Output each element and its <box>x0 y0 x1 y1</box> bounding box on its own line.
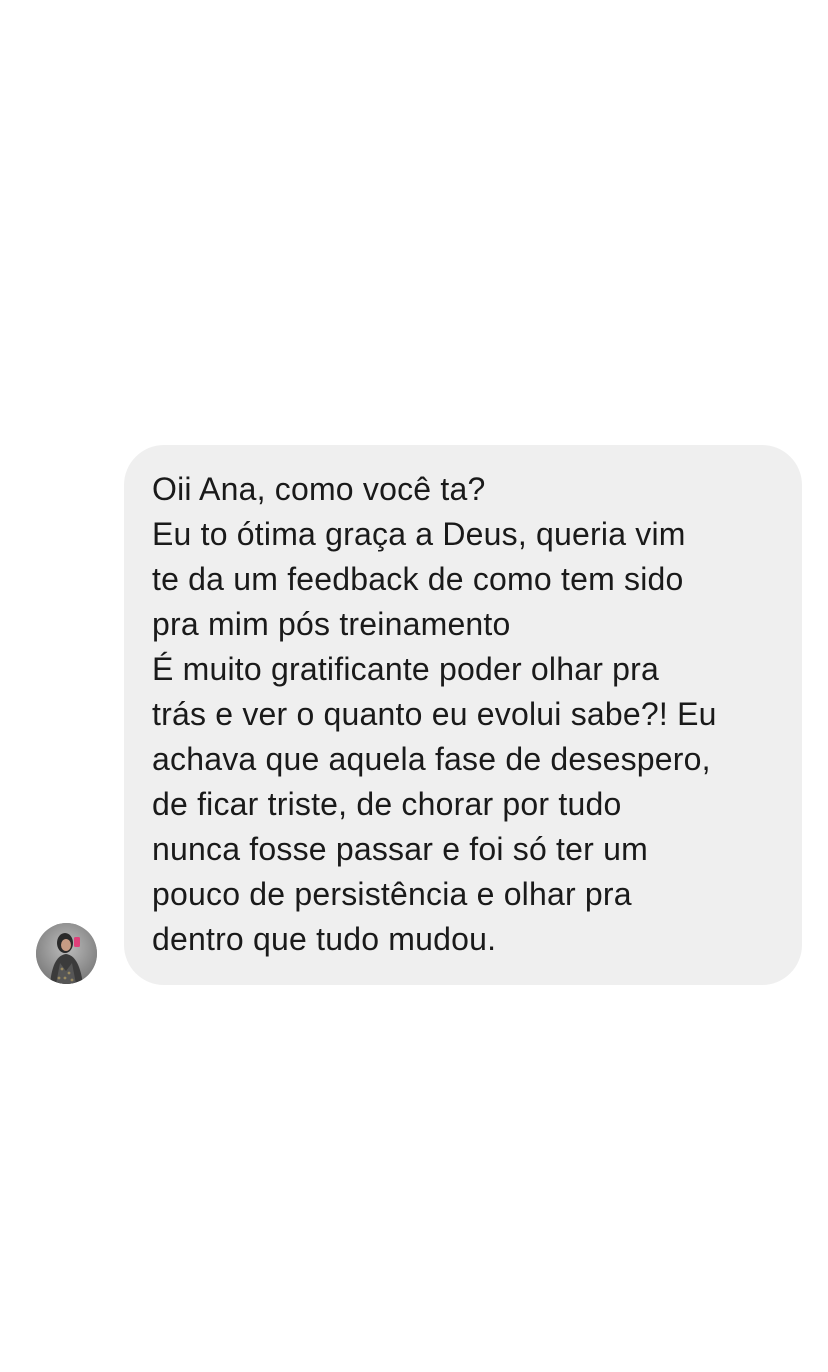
message-line: de ficar triste, de chorar por tudo <box>152 786 622 822</box>
message-line: trás e ver o quanto eu evolui sabe?! Eu <box>152 696 717 732</box>
message-line: Eu to ótima graça a Deus, queria vim <box>152 516 686 552</box>
avatar-photo-icon <box>36 923 97 984</box>
message-line: achava que aquela fase de desespero, <box>152 741 711 777</box>
message-line: É muito gratificante poder olhar pra <box>152 651 660 687</box>
chat-area: Oii Ana, como você ta? Eu to ótima graça… <box>0 0 828 1372</box>
message-line: nunca fosse passar e foi só ter um <box>152 831 648 867</box>
sender-avatar[interactable] <box>36 923 97 984</box>
message-line: Oii Ana, como você ta? <box>152 471 486 507</box>
incoming-message-row: Oii Ana, como você ta? Eu to ótima graça… <box>36 445 806 985</box>
message-line: pra mim pós treinamento <box>152 606 511 642</box>
message-line: pouco de persistência e olhar pra <box>152 876 632 912</box>
message-line: te da um feedback de como tem sido <box>152 561 684 597</box>
message-bubble[interactable]: Oii Ana, como você ta? Eu to ótima graça… <box>124 445 802 985</box>
message-line: dentro que tudo mudou. <box>152 921 497 957</box>
